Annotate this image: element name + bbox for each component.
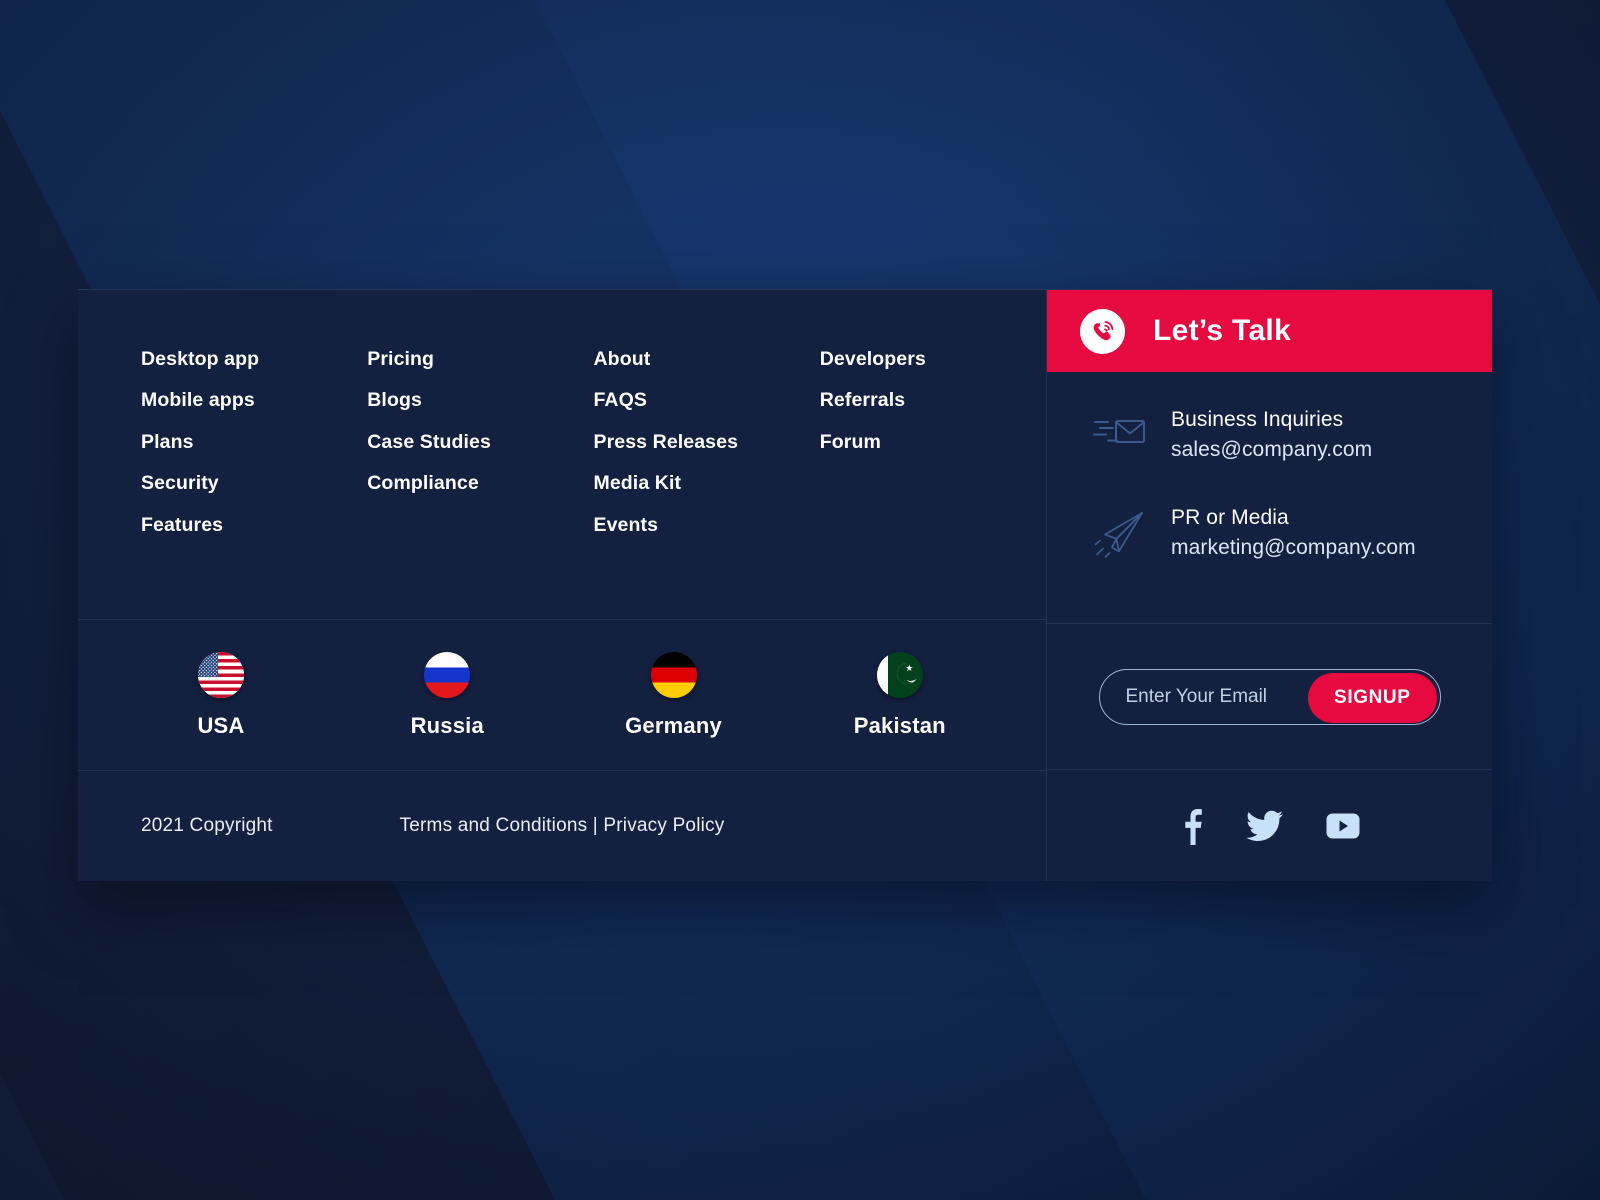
footer-link-pricing[interactable]: Pricing <box>367 348 434 370</box>
country-item-germany[interactable]: Germany <box>594 651 754 739</box>
contact-email-marketing[interactable]: marketing@company.com <box>1171 536 1416 560</box>
footer-link-column-1: Desktop app Mobile apps Plans Security F… <box>141 348 367 619</box>
footer-link-column-3: About FAQS Press Releases Media Kit Even… <box>594 348 820 619</box>
facebook-icon[interactable] <box>1180 806 1204 846</box>
footer-link-desktop-app[interactable]: Desktop app <box>141 348 259 370</box>
flag-russia-icon <box>424 651 471 698</box>
legal-links[interactable]: Terms and Conditions | Privacy Policy <box>400 815 725 837</box>
footer-link-about[interactable]: About <box>594 348 651 370</box>
footer-link-media-kit[interactable]: Media Kit <box>594 472 682 494</box>
lets-talk-title: Let’s Talk <box>1153 314 1292 347</box>
paper-plane-icon <box>1091 506 1149 562</box>
footer-link-features[interactable]: Features <box>141 514 223 536</box>
lets-talk-panel: Let’s Talk Business Inquiries sales@comp… <box>1046 290 1492 881</box>
contact-label-business: Business Inquiries <box>1171 408 1344 431</box>
flag-germany-icon <box>650 651 697 698</box>
contact-list: Business Inquiries sales@company.com PR … <box>1047 372 1492 624</box>
twitter-icon[interactable] <box>1245 810 1284 842</box>
footer-link-events[interactable]: Events <box>594 514 659 536</box>
footer-link-press-releases[interactable]: Press Releases <box>594 431 739 453</box>
country-label-russia: Russia <box>410 712 484 738</box>
flag-pakistan-icon <box>876 651 923 698</box>
country-selector: USA Russia Germany Pakistan <box>78 620 1046 771</box>
footer-link-case-studies[interactable]: Case Studies <box>367 431 491 453</box>
flag-usa-icon <box>198 651 244 698</box>
signup-field-group: SIGNUP <box>1098 668 1441 725</box>
envelope-send-icon <box>1091 408 1149 452</box>
footer-link-mobile-apps[interactable]: Mobile apps <box>141 389 255 411</box>
contact-label-pr: PR or Media <box>1171 506 1289 529</box>
contact-pr-media: PR or Media marketing@company.com <box>1091 506 1492 562</box>
lets-talk-header: Let’s Talk <box>1047 290 1492 372</box>
footer-card: Desktop app Mobile apps Plans Security F… <box>78 289 1492 881</box>
footer-bottom-bar: 2021 Copyright Terms and Conditions | Pr… <box>78 771 1046 881</box>
footer-link-plans[interactable]: Plans <box>141 431 194 453</box>
country-item-usa[interactable]: USA <box>141 651 301 739</box>
footer-link-forum[interactable]: Forum <box>820 431 881 453</box>
country-label-pakistan: Pakistan <box>853 712 946 738</box>
country-label-usa: USA <box>197 712 245 738</box>
footer-link-blogs[interactable]: Blogs <box>367 389 422 411</box>
footer-link-referrals[interactable]: Referrals <box>820 389 905 411</box>
copyright-text: 2021 Copyright <box>141 815 273 836</box>
contact-email-sales[interactable]: sales@company.com <box>1171 438 1372 462</box>
contact-business-inquiries: Business Inquiries sales@company.com <box>1091 408 1492 462</box>
footer-link-grid: Desktop app Mobile apps Plans Security F… <box>78 290 1046 620</box>
social-links <box>1047 770 1492 881</box>
footer-left-section: Desktop app Mobile apps Plans Security F… <box>78 290 1046 881</box>
footer-link-faqs[interactable]: FAQS <box>594 389 648 411</box>
footer-link-developers[interactable]: Developers <box>820 348 926 370</box>
phone-call-icon <box>1080 308 1125 354</box>
footer-link-security[interactable]: Security <box>141 472 219 494</box>
signup-button[interactable]: SIGNUP <box>1308 672 1437 723</box>
country-label-germany: Germany <box>625 712 722 738</box>
youtube-icon[interactable] <box>1326 813 1360 839</box>
footer-link-compliance[interactable]: Compliance <box>367 472 479 494</box>
footer-link-column-4: Developers Referrals Forum <box>820 348 1046 619</box>
newsletter-signup: SIGNUP <box>1047 624 1492 770</box>
country-item-pakistan[interactable]: Pakistan <box>820 651 980 739</box>
footer-link-column-2: Pricing Blogs Case Studies Compliance <box>367 348 593 619</box>
country-item-russia[interactable]: Russia <box>367 651 527 739</box>
